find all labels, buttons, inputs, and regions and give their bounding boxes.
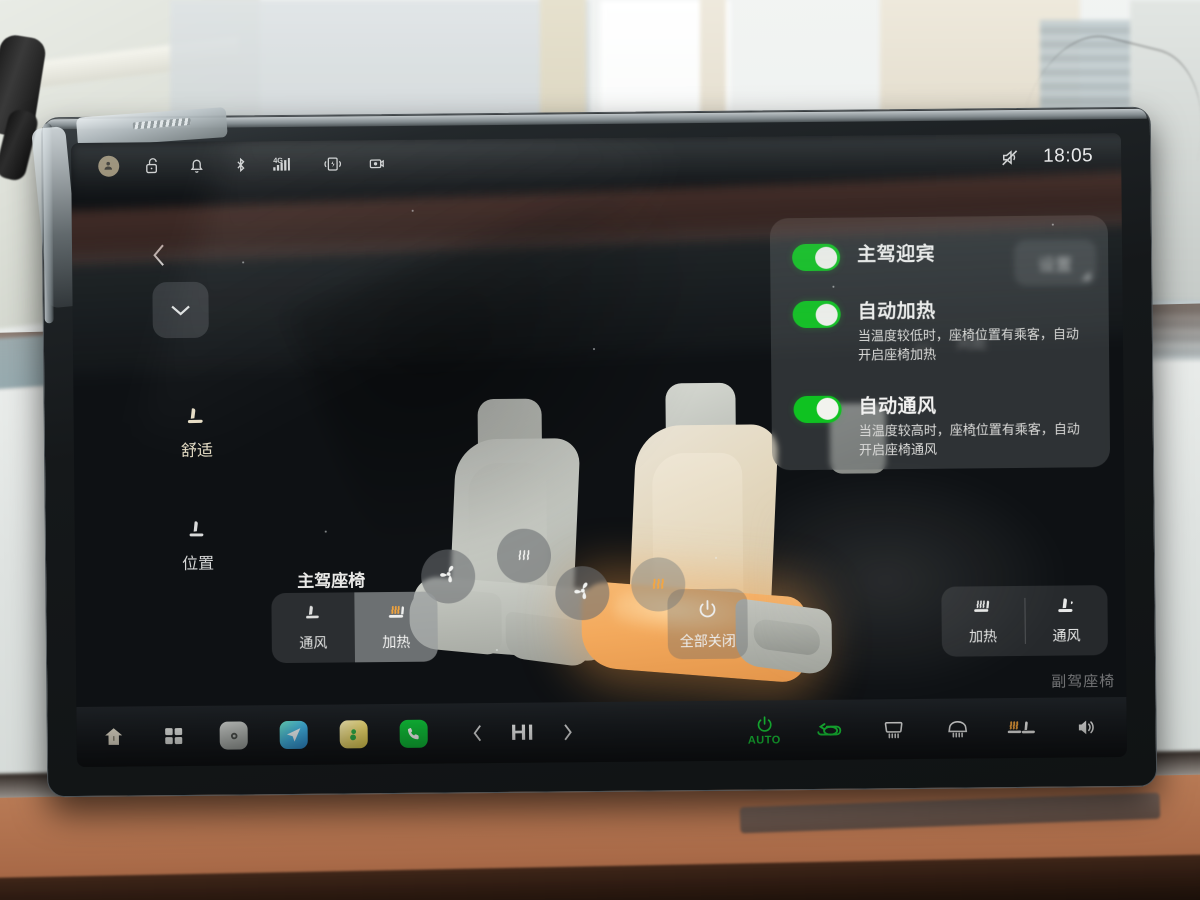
front-defrost-icon[interactable]: [879, 714, 909, 744]
panel-row-text: 主驾迎宾: [857, 239, 935, 267]
panel-desc-auto-vent: 当温度较高时，座椅位置有乘客，自动开启座椅通风: [858, 421, 1080, 458]
photo-scene: 4G 18:05 45 间距 副驾座椅 设置 舒适 位置 主驾迎宾 自动加热 当…: [0, 0, 1200, 900]
toggle-knob: [816, 397, 839, 421]
seat-vent-icon: [301, 603, 325, 629]
chevron-right-icon: [564, 724, 572, 741]
apps-grid-icon[interactable]: [159, 721, 189, 751]
fan-speed-value: HI: [510, 719, 535, 745]
segment-ventilation-label: 通风: [299, 634, 328, 651]
fan-speed-control: HI: [463, 717, 583, 748]
dock-left-icons: [77, 719, 429, 752]
dashcam-icon[interactable]: [365, 152, 387, 174]
signal-4g-icon: 4G: [273, 153, 299, 175]
status-bar-left: 4G: [71, 152, 387, 177]
screen-content: 4G 18:05 45 间距 副驾座椅 设置 舒适 位置 主驾迎宾 自动加热 当…: [71, 132, 1127, 768]
section-title-driver-seat: 主驾座椅: [297, 571, 366, 591]
segment-ventilation[interactable]: 通风: [271, 592, 355, 663]
media-app-icon[interactable]: [339, 719, 369, 749]
passenger-seat-ghost-label: 副驾座椅: [1051, 673, 1116, 691]
seat-heat-icon: [970, 596, 996, 622]
segment-heating-label: 加热: [382, 633, 411, 651]
fan-icon: [437, 562, 460, 590]
rail-item-comfort-label: 舒适: [180, 442, 214, 461]
panel-desc-auto-heat: 当温度较低时，座椅位置有乘客，自动开启座椅加热: [857, 326, 1079, 363]
status-bar-right: 18:05: [999, 145, 1121, 168]
fan-icon: [571, 579, 594, 607]
infotainment-display: 4G 18:05 45 间距 副驾座椅 设置 舒适 位置 主驾迎宾 自动加热 当…: [31, 106, 1158, 798]
panel-row-text: 自动加热 当温度较低时，座椅位置有乘客，自动开启座椅加热: [858, 294, 1090, 365]
right-control-ventilation[interactable]: 通风: [1025, 585, 1108, 656]
wireless-charging-icon[interactable]: [321, 152, 343, 174]
unlock-icon[interactable]: [141, 154, 163, 176]
fan-increase-button[interactable]: [553, 717, 583, 747]
ac-auto-power-button[interactable]: AUTO: [747, 714, 781, 747]
panel-title-auto-heat: 自动加热: [857, 300, 936, 323]
rail-item-position[interactable]: 位置: [167, 517, 230, 575]
phone-icon[interactable]: [399, 719, 429, 749]
dock-climate-icons: AUTO: [748, 711, 1127, 747]
panel-row-auto-vent[interactable]: 自动通风 当温度较高时，座椅位置有乘客，自动开启座椅通风: [793, 389, 1090, 461]
right-control-heating[interactable]: 加热: [941, 586, 1024, 657]
auto-label: AUTO: [747, 734, 781, 747]
left-rail: 舒适 位置: [166, 404, 230, 575]
rear-defrost-icon[interactable]: [943, 713, 973, 743]
seat-vent-icon: [1053, 595, 1079, 621]
collapse-button[interactable]: [152, 281, 209, 339]
user-avatar-icon[interactable]: [97, 155, 119, 177]
volume-icon[interactable]: [1071, 712, 1101, 742]
rail-item-comfort[interactable]: 舒适: [166, 404, 229, 462]
chevron-left-icon: [473, 725, 482, 742]
settings-gear-icon[interactable]: [219, 720, 249, 750]
navigation-icon[interactable]: [279, 720, 309, 750]
bluetooth-icon[interactable]: [229, 153, 251, 175]
seat-heat-icon[interactable]: [1007, 713, 1037, 743]
chevron-left-icon: [153, 244, 164, 266]
volume-muted-icon[interactable]: [999, 146, 1021, 168]
power-icon: [695, 597, 719, 624]
chevron-down-icon: [171, 305, 190, 316]
home-icon[interactable]: [99, 722, 129, 752]
bell-icon[interactable]: [185, 154, 207, 176]
all-off-label: 全部关闭: [679, 632, 736, 649]
right-control-heating-label: 加热: [968, 628, 998, 645]
toggle-auto-heat[interactable]: [792, 300, 841, 329]
toggle-driver-welcome[interactable]: [792, 243, 841, 272]
seat-comfort-icon: [184, 404, 210, 430]
air-recirculation-icon[interactable]: [815, 715, 845, 745]
driver-vent-button[interactable]: [555, 565, 610, 621]
seat-settings-panel: 主驾迎宾 自动加热 当温度较低时，座椅位置有乘客，自动开启座椅加热 自动通风 当…: [769, 215, 1111, 471]
passenger-heat-button[interactable]: [496, 528, 552, 583]
panel-row-text: 自动通风 当温度较高时，座椅位置有乘客，自动开启座椅通风: [858, 389, 1090, 460]
all-off-button[interactable]: 全部关闭: [667, 588, 748, 660]
panel-title-driver-welcome: 主驾迎宾: [857, 243, 936, 266]
toggle-knob: [815, 246, 838, 269]
ac-auto-power-icon: [757, 716, 772, 732]
panel-row-auto-heat[interactable]: 自动加热 当温度较低时，座椅位置有乘客，自动开启座椅加热: [792, 294, 1090, 366]
seat-heat-icon: [383, 602, 409, 628]
clock: 18:05: [1043, 145, 1094, 167]
panel-title-auto-vent: 自动通风: [858, 395, 937, 418]
heat-waves-icon: [647, 571, 669, 598]
panel-row-driver-welcome[interactable]: 主驾迎宾: [792, 237, 1088, 272]
segment-heating[interactable]: 加热: [354, 591, 439, 663]
status-bar: 4G 18:05: [71, 132, 1122, 190]
back-button[interactable]: [144, 240, 174, 270]
fan-decrease-button[interactable]: [463, 718, 493, 748]
toggle-auto-vent[interactable]: [793, 395, 842, 423]
toggle-knob: [815, 303, 838, 326]
rail-item-position-label: 位置: [181, 555, 215, 574]
bottom-dock: HI AUTO: [76, 696, 1127, 768]
right-control-ventilation-label: 通风: [1052, 627, 1081, 644]
heat-waves-icon: [513, 542, 535, 569]
right-seat-controls: 加热 通风: [941, 585, 1108, 657]
seat-position-icon: [185, 517, 211, 543]
driver-seat-segmented-control: 通风 加热: [271, 591, 439, 664]
